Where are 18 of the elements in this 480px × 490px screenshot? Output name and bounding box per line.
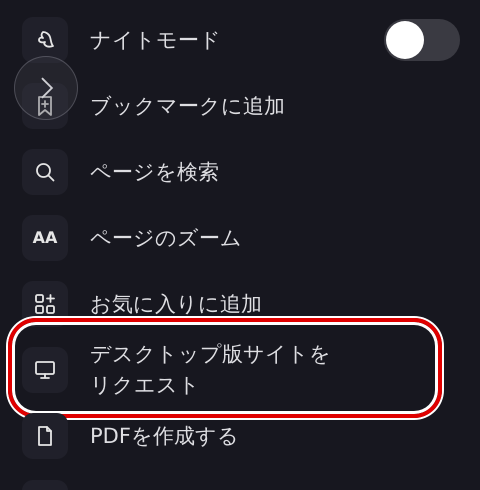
menu-item-label[interactable]: お気に入りに追加: [90, 288, 262, 320]
menu-item-label[interactable]: ページのズーム: [90, 222, 242, 254]
icon-tile[interactable]: AA: [22, 215, 68, 261]
icon-tile[interactable]: [22, 347, 68, 393]
menu-item-label[interactable]: デスクトップ版サイトをリクエスト: [90, 339, 340, 401]
text-size-icon: AA: [32, 230, 58, 246]
icon-tile[interactable]: [22, 149, 68, 195]
monitor-icon: [33, 358, 57, 382]
menu-item-label[interactable]: ナイトモード: [90, 24, 221, 56]
icon-tile[interactable]: [22, 83, 68, 129]
icon-tile[interactable]: [22, 413, 68, 459]
grid-plus-icon: [33, 292, 57, 316]
search-icon: [33, 160, 57, 184]
toggle-switch[interactable]: [384, 19, 460, 61]
icon-tile[interactable]: [22, 17, 68, 63]
menu-item-label[interactable]: PDFを作成する: [90, 420, 239, 452]
menu-item-label[interactable]: ページを検索: [90, 156, 219, 188]
menu-item-label[interactable]: ブックマークに追加: [90, 90, 285, 122]
